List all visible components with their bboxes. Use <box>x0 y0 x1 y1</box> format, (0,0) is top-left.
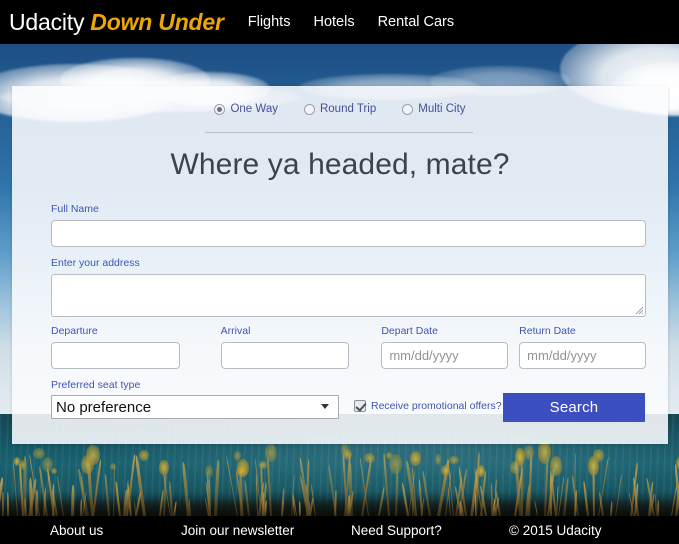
field-group-address: Enter your address <box>51 258 646 317</box>
trip-type-label: One Way <box>230 103 278 115</box>
grass-bloom <box>235 465 247 478</box>
grass-bloom <box>385 451 392 460</box>
address-textarea[interactable] <box>51 273 646 317</box>
field-group-return-date: Return Date <box>519 326 646 369</box>
site-logo[interactable]: Udacity Down Under <box>9 8 224 35</box>
grass-bloom <box>592 448 605 462</box>
checkbox-icon-promo[interactable] <box>354 400 366 412</box>
footer-link-newsletter[interactable]: Join our newsletter <box>181 523 294 538</box>
search-button[interactable]: Search <box>503 393 645 422</box>
promo-checkbox-group[interactable]: Receive promotional offers? <box>354 400 502 412</box>
grass-bloom <box>259 461 267 469</box>
grass-bloom <box>550 456 562 477</box>
grass-stalk <box>592 469 595 516</box>
label-arrival: Arrival <box>220 325 251 337</box>
label-full-name: Full Name <box>51 203 99 215</box>
nav-link-hotels[interactable]: Hotels <box>313 14 354 30</box>
trip-type-group: One Way Round Trip Multi City <box>12 103 668 116</box>
trip-type-one-way[interactable]: One Way <box>214 103 278 116</box>
label-depart-date: Depart Date <box>381 325 438 337</box>
footer-link-support[interactable]: Need Support? <box>351 523 442 538</box>
grass-bloom <box>265 443 278 462</box>
page-root: Udacity Down Under Flights Hotels Rental … <box>0 0 679 544</box>
grass-bloom <box>523 444 534 461</box>
field-group-full-name: Full Name <box>51 204 646 247</box>
flight-search-panel: One Way Round Trip Multi City Where ya h… <box>12 86 668 444</box>
site-footer: About us Join our newsletter Need Suppor… <box>0 516 679 544</box>
grass-bloom <box>675 456 679 470</box>
trip-type-label: Multi City <box>418 103 466 115</box>
brand-primary-text: Udacity <box>9 8 85 35</box>
label-return-date: Return Date <box>519 325 576 337</box>
arrival-input[interactable] <box>220 341 350 369</box>
nav-link-rental-cars[interactable]: Rental Cars <box>378 14 455 30</box>
grass-stalk <box>6 492 9 516</box>
depart-date-input[interactable] <box>381 341 509 369</box>
grass-bloom <box>110 463 117 470</box>
radio-icon-multi-city[interactable] <box>402 104 414 116</box>
label-departure: Departure <box>51 325 98 337</box>
trip-type-round-trip[interactable]: Round Trip <box>303 103 377 116</box>
foreground-grass <box>0 442 679 516</box>
grass-bloom <box>537 442 552 465</box>
label-promo: Receive promotional offers? <box>371 399 502 412</box>
return-date-input[interactable] <box>519 341 646 369</box>
grass-bloom <box>449 455 459 465</box>
page-title: Where ya headed, mate? <box>170 148 510 181</box>
trip-type-multi-city[interactable]: Multi City <box>402 103 466 116</box>
section-divider <box>205 132 473 133</box>
field-group-route-dates: Departure Arrival Depart Date Return Dat… <box>51 326 646 369</box>
site-header: Udacity Down Under Flights Hotels Rental … <box>0 0 679 44</box>
grass-stalk <box>238 471 243 516</box>
footer-link-about-us[interactable]: About us <box>50 523 103 538</box>
seat-type-select[interactable]: No preference <box>51 395 339 419</box>
nav-link-flights[interactable]: Flights <box>248 14 291 30</box>
label-address: Enter your address <box>51 257 140 269</box>
full-name-input[interactable] <box>51 219 646 247</box>
grass-bloom <box>86 444 100 466</box>
departure-input[interactable] <box>51 341 180 369</box>
grass-bloom <box>159 460 169 475</box>
field-group-depart-date: Depart Date <box>381 325 509 369</box>
grass-bloom <box>33 447 46 459</box>
radio-icon-one-way[interactable] <box>214 104 226 116</box>
grass-bloom <box>409 451 422 467</box>
main-nav: Flights Hotels Rental Cars <box>248 14 454 30</box>
grass-bloom <box>50 467 58 474</box>
grass-bloom <box>19 460 26 471</box>
grass-bloom <box>515 448 526 466</box>
grass-bloom <box>204 464 213 478</box>
label-seat-type: Preferred seat type <box>51 379 141 391</box>
grass-bloom <box>435 454 442 465</box>
brand-secondary-text: Down Under <box>90 8 224 35</box>
grass-stalk <box>70 485 75 516</box>
trip-type-label: Round Trip <box>319 103 377 115</box>
field-group-departure: Departure <box>51 326 180 369</box>
field-group-arrival: Arrival <box>220 325 350 369</box>
footer-copyright: © 2015 Udacity <box>509 522 602 538</box>
grass-bloom <box>139 450 150 462</box>
radio-icon-round-trip[interactable] <box>303 104 315 116</box>
grass-bloom <box>343 449 352 460</box>
